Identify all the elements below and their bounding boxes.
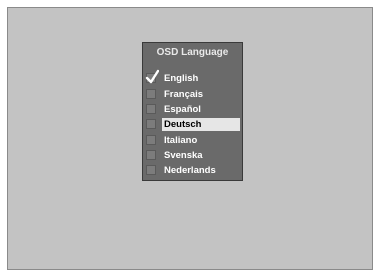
checkbox-icon (146, 119, 156, 129)
language-option-english[interactable]: English (145, 69, 238, 85)
language-option-label: Svenska (164, 150, 203, 161)
language-option-label: Español (164, 104, 201, 115)
language-option-label: Deutsch (164, 119, 202, 130)
language-option-deutsch[interactable]: Deutsch (145, 118, 240, 131)
checkbox-icon (146, 150, 156, 160)
language-option-svenska[interactable]: Svenska (145, 149, 238, 162)
tv-screen: OSD Language English Français Español De… (7, 7, 373, 270)
menu-title: OSD Language (156, 47, 229, 58)
checkmark-icon (145, 69, 159, 84)
checkbox-icon (146, 104, 156, 114)
language-option-italiano[interactable]: Italiano (145, 134, 238, 147)
checkbox-icon (146, 165, 156, 175)
language-option-label: English (164, 73, 199, 84)
checkbox-icon (146, 89, 156, 99)
language-option-label: Italiano (164, 135, 198, 146)
checkbox-icon (146, 135, 156, 145)
language-option-espanol[interactable]: Español (145, 103, 238, 116)
language-option-nederlands[interactable]: Nederlands (145, 164, 238, 177)
language-option-francais[interactable]: Français (145, 88, 238, 101)
language-option-label: Nederlands (164, 165, 216, 176)
osd-language-menu: OSD Language English Français Español De… (142, 42, 243, 181)
language-option-label: Français (164, 89, 204, 100)
